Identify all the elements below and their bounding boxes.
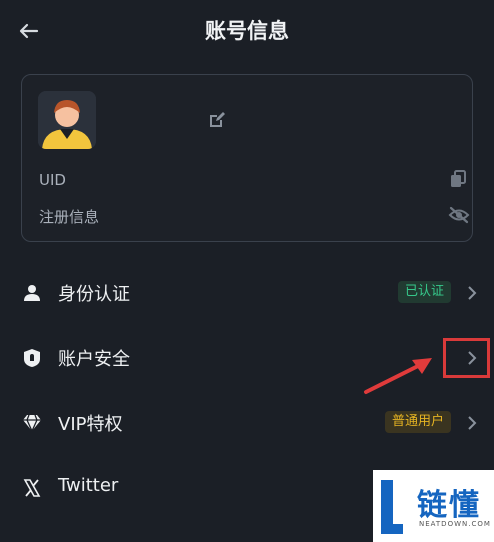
eye-off-icon [448,206,470,224]
watermark-text: 链懂 [417,488,481,523]
shield-lock-icon [22,348,42,368]
header: 账号信息 [0,0,494,62]
menu-item-vip-privileges[interactable]: VIP特权 普通用户 [0,396,494,450]
watermark-logo-icon [381,480,403,534]
user-tier-badge: 普通用户 [385,411,452,433]
edit-icon [210,112,225,127]
page-title: 账号信息 [205,19,289,43]
diamond-icon [22,413,42,433]
chevron-right-icon [466,285,478,301]
account-card: UID 注册信息 [21,74,473,242]
x-logo-icon [22,478,42,498]
toggle-visibility-button[interactable] [448,206,470,224]
avatar-icon [38,91,96,149]
user-icon [22,283,42,303]
avatar[interactable] [38,91,96,149]
watermark-subtext: NEATDOWN.COM [419,520,491,528]
menu-item-label: VIP特权 [58,414,123,435]
uid-label: UID [39,171,66,189]
annotation-arrow-icon [364,358,432,394]
edit-nickname-button[interactable] [208,111,226,129]
menu-item-label: 账户安全 [58,349,130,370]
chevron-right-icon [466,415,478,431]
watermark: 链懂 NEATDOWN.COM [373,470,494,542]
verified-badge: 已认证 [398,281,452,303]
menu-item-label: Twitter [58,475,119,496]
annotation-highlight-box [443,338,490,378]
copy-uid-button[interactable] [450,170,466,188]
menu-item-label: 身份认证 [58,284,130,305]
menu-item-identity-verification[interactable]: 身份认证 已认证 [0,266,494,320]
registration-info-label: 注册信息 [39,208,100,226]
copy-icon [451,170,466,187]
